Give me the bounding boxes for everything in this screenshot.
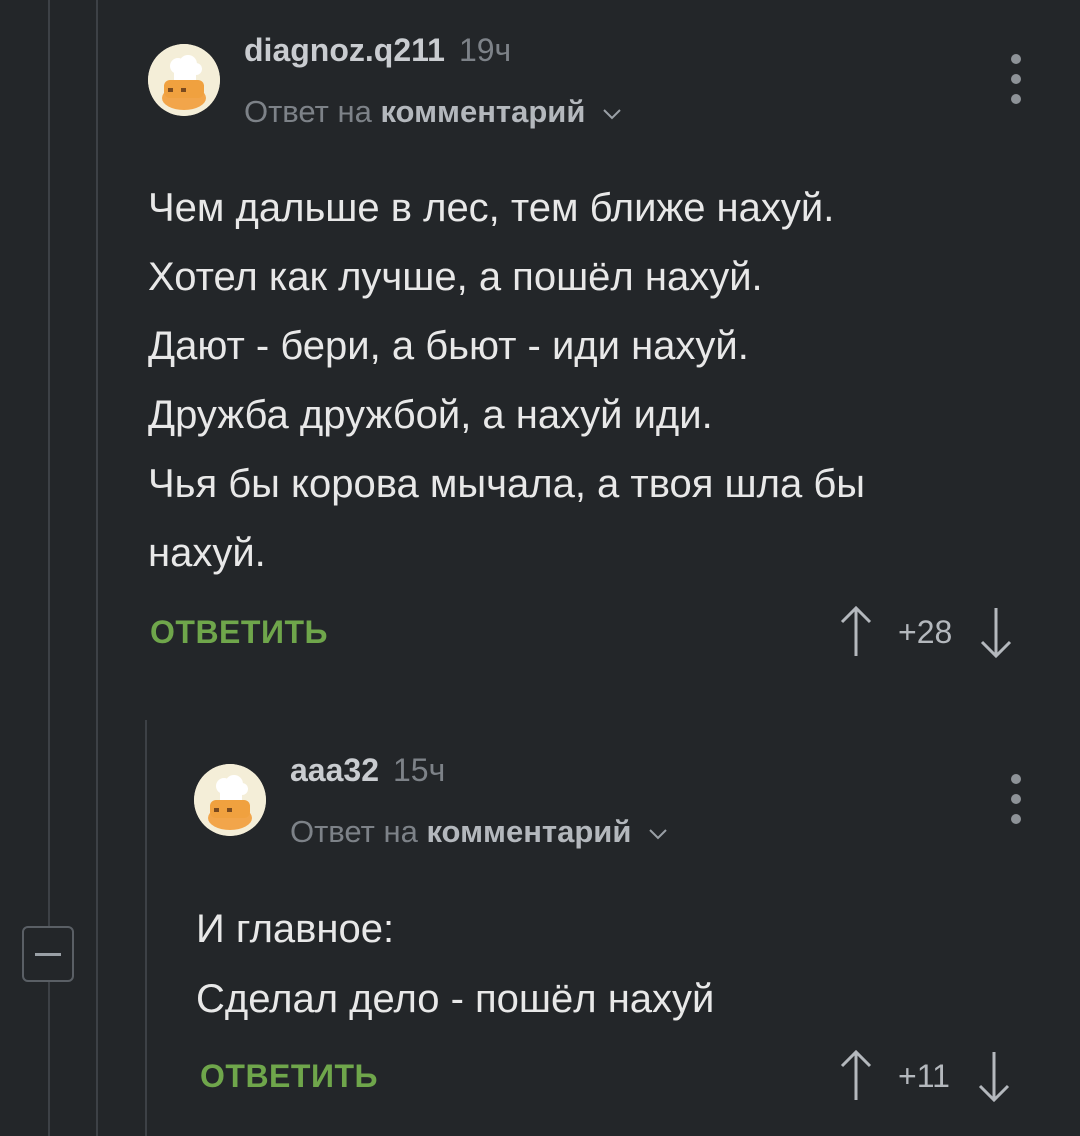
reply-to-prefix: Ответ на	[290, 814, 418, 849]
chevron-down-icon	[649, 829, 667, 840]
vote-controls: +11	[838, 1046, 1012, 1106]
reply-to-target[interactable]: комментарий	[426, 814, 631, 849]
avatar[interactable]	[194, 764, 266, 836]
reply-button[interactable]: ОТВЕТИТЬ	[200, 1058, 378, 1095]
comment-line: И главное:	[196, 907, 395, 951]
username[interactable]: aaa32	[290, 752, 379, 788]
comment-line: Сделал дело - пошёл нахуй	[196, 977, 715, 1021]
comment-thread: diagnoz.q211 19ч Ответ на комментарий Чем…	[0, 0, 1080, 1136]
comment-2: aaa32 15ч Ответ на комментарий И главное:…	[0, 0, 1080, 1136]
kebab-menu-icon[interactable]	[1004, 774, 1028, 824]
comment-body: И главное: Сделал дело - пошёл нахуй	[196, 894, 714, 1034]
arrow-up-icon[interactable]	[838, 1048, 874, 1104]
chef-hat-cake-avatar-icon	[194, 764, 266, 836]
vote-score: +11	[898, 1057, 950, 1094]
reply-to-link[interactable]: Ответ на комментарий	[290, 814, 668, 850]
comment-time: 15ч	[392, 752, 446, 788]
arrow-down-icon[interactable]	[976, 1048, 1012, 1104]
comment-author[interactable]: aaa32 15ч	[290, 752, 445, 789]
